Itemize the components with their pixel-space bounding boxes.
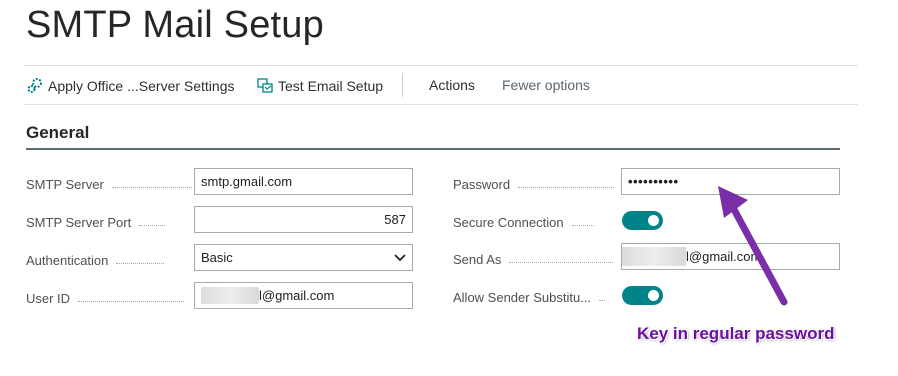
redacted-blur	[201, 287, 259, 304]
annotation-arrow-icon	[718, 186, 788, 306]
user-id-input[interactable]: l@gmail.com	[194, 282, 413, 309]
toolbar-divider	[402, 73, 403, 97]
user-id-label: User ID	[26, 290, 71, 306]
authentication-select[interactable]: Basic	[194, 244, 413, 271]
chevron-down-icon	[394, 253, 406, 261]
user-id-value: l@gmail.com	[259, 288, 335, 303]
label-dots	[599, 299, 606, 301]
smtp-port-input[interactable]: 587	[194, 206, 413, 233]
apply-office-server-settings-label: Apply Office ...Server Settings	[48, 78, 235, 94]
smtp-port-label: SMTP Server Port	[26, 214, 132, 230]
send-as-label: Send As	[453, 251, 502, 267]
authentication-label: Authentication	[26, 252, 109, 268]
action-bar: Apply Office ...Server Settings Test Ema…	[24, 65, 858, 105]
label-dots	[139, 224, 166, 226]
password-label: Password	[453, 176, 511, 192]
smtp-server-value: smtp.gmail.com	[201, 174, 293, 189]
allow-sender-substitution-toggle[interactable]	[622, 286, 663, 305]
fewer-options-button[interactable]: Fewer options	[502, 77, 590, 93]
secure-connection-label: Secure Connection	[453, 214, 564, 230]
gear-cluster-icon	[27, 78, 42, 93]
authentication-label-row: Authentication	[26, 250, 165, 270]
section-title-general: General	[26, 123, 90, 142]
test-email-setup-button[interactable]: Test Email Setup	[256, 77, 383, 95]
smtp-port-value: 587	[384, 212, 406, 227]
actions-label: Actions	[429, 77, 475, 93]
smtp-server-input[interactable]: smtp.gmail.com	[194, 168, 413, 195]
label-dots	[78, 300, 185, 302]
test-email-setup-label: Test Email Setup	[278, 78, 384, 94]
allow-sender-label-row: Allow Sender Substitu...	[453, 287, 606, 307]
password-value: ••••••••••	[628, 174, 679, 189]
label-dots	[116, 262, 165, 264]
allow-sender-label: Allow Sender Substitu...	[453, 289, 592, 305]
smtp-port-label-row: SMTP Server Port	[26, 212, 166, 232]
actions-menu-button[interactable]: Actions	[429, 77, 475, 93]
label-dots	[509, 261, 614, 263]
password-label-row: Password	[453, 174, 615, 194]
annotation-callout: Key in regular password	[637, 324, 835, 343]
authentication-value: Basic	[201, 250, 233, 265]
toggle-knob	[648, 290, 659, 301]
secure-connection-label-row: Secure Connection	[453, 212, 594, 232]
label-dots	[111, 186, 192, 188]
test-email-icon	[257, 78, 273, 93]
section-underline	[26, 148, 840, 150]
user-id-label-row: User ID	[26, 288, 185, 308]
smtp-server-label-row: SMTP Server	[26, 174, 192, 194]
redacted-blur	[622, 247, 686, 266]
label-dots	[518, 186, 615, 188]
apply-office-server-settings-button[interactable]: Apply Office ...Server Settings	[26, 77, 235, 95]
secure-connection-toggle[interactable]	[622, 211, 663, 230]
fewer-options-label: Fewer options	[502, 77, 590, 93]
smtp-server-label: SMTP Server	[26, 176, 104, 192]
send-as-label-row: Send As	[453, 249, 614, 269]
label-dots	[571, 224, 594, 226]
toggle-knob	[648, 215, 659, 226]
page-title: SMTP Mail Setup	[26, 4, 324, 46]
